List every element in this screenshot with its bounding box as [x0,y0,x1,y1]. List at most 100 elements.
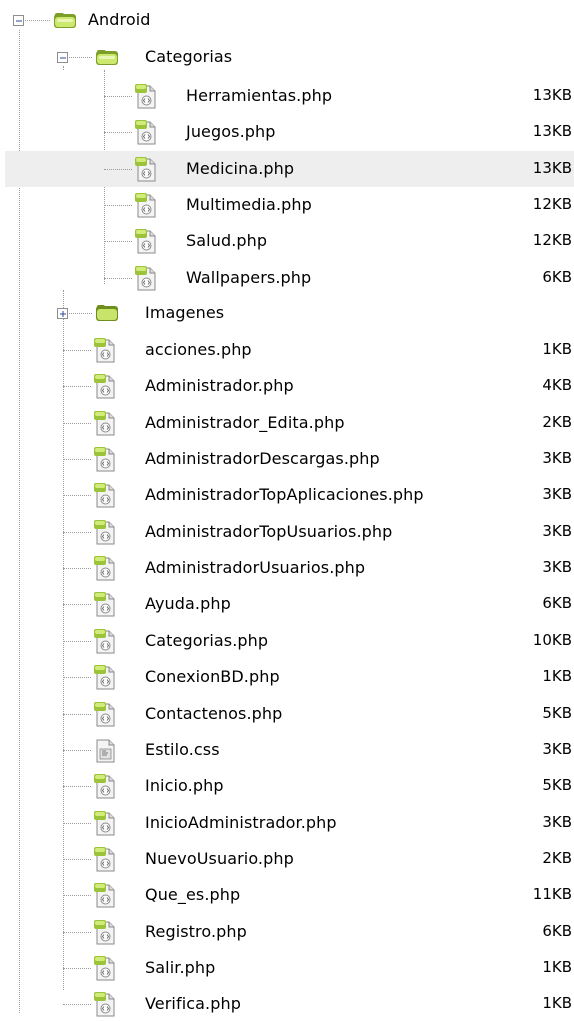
tree-connector [63,749,91,751]
file-size: 1KB [542,994,572,1013]
file-size: 12KB [532,194,572,213]
tree-file[interactable]: Administrador_Edita.php 2KB [0,405,574,441]
tree-file[interactable]: Salir.php 1KB [0,950,574,986]
file-size: 12KB [532,231,572,250]
php-file-icon [135,156,156,182]
file-size: 10KB [532,630,572,649]
php-file-icon [94,483,115,508]
tree-file[interactable]: Inicio.php 5KB [0,768,574,804]
tree-file[interactable]: Juegos.php 13KB [0,114,574,150]
css-file-icon [96,739,115,763]
tree-connector [63,495,91,497]
file-name: AdministradorDescargas.php [145,449,380,469]
file-tree: Android Categorias Herramientas.php 13KB J… [0,0,574,1017]
tree-connector [63,713,91,715]
tree-file[interactable]: Categorias.php 10KB [0,623,574,659]
plus-icon [60,311,66,317]
file-name: Multimedia.php [186,194,312,214]
php-file-icon [94,519,115,545]
tree-file[interactable]: Wallpapers.php 6KB [0,260,574,296]
php-file-icon [135,265,156,290]
file-name: NuevoUsuario.php [145,848,294,868]
php-file-icon [94,701,115,726]
tree-node-categorias[interactable]: Categorias [0,39,574,75]
file-size: 2KB [542,412,572,431]
collapse-toggle[interactable] [13,15,24,26]
file-name: AdministradorUsuarios.php [145,558,366,578]
php-file-icon [135,229,156,254]
tree-file[interactable]: Registro.php 6KB [0,914,574,950]
php-file-icon [94,992,115,1017]
tree-file[interactable]: InicioAdministrador.php 3KB [0,805,574,841]
folder-label: Android [88,10,151,29]
file-size: 1KB [542,667,572,686]
tree-file[interactable]: Verifica.php 1KB [0,986,574,1022]
file-size: 1KB [542,957,572,976]
php-file-icon [94,592,115,617]
file-name: Categorias.php [145,630,269,650]
file-name: Estilo.css [145,739,220,759]
tree-file[interactable]: AdministradorUsuarios.php 3KB [0,550,574,586]
file-size: 13KB [532,86,572,104]
folder-open-icon [96,50,118,65]
tree-connector [69,313,92,314]
php-file-icon [94,846,115,872]
php-file-icon [94,665,115,690]
file-size: 3KB [542,739,572,758]
tree-file[interactable]: Salud.php 12KB [0,223,574,259]
tree-file[interactable]: Que_es.php 11KB [0,877,574,913]
tree-file[interactable]: Estilo.css 3KB [0,732,574,768]
folder-label: Imagenes [145,303,225,322]
file-name: AdministradorTopAplicaciones.php [145,485,424,505]
file-name: Herramientas.php [186,86,333,105]
tree-file[interactable]: Contactenos.php 5KB [0,696,574,732]
file-name: AdministradorTopUsuarios.php [145,521,393,541]
php-file-icon [94,410,115,436]
file-name: Verifica.php [145,994,241,1014]
file-size: 3KB [542,485,572,504]
php-file-icon [94,810,115,836]
tree-file[interactable]: Administrador.php 4KB [0,368,574,404]
file-size: 3KB [542,449,572,468]
php-file-icon [94,774,115,799]
minus-icon [60,57,66,59]
tree-connector [104,277,132,279]
tree-connector [63,822,91,824]
tree-file[interactable]: AdministradorDescargas.php 3KB [0,441,574,477]
file-name: Registro.php [145,921,247,941]
tree-file[interactable]: Multimedia.php 12KB [0,187,574,223]
tree-connector [63,350,91,351]
file-name: Administrador.php [145,376,294,396]
tree-connector [63,858,91,860]
file-name: acciones.php [145,340,252,359]
php-file-icon [94,447,115,472]
tree-connector [104,204,132,206]
php-file-icon [135,192,156,218]
tree-file-selected[interactable]: Medicina.php 13KB [5,150,574,187]
file-size: 3KB [542,558,572,577]
file-size: 6KB [542,594,572,613]
folder-label: Categorias [145,47,233,66]
tree-file[interactable]: NuevoUsuario.php 2KB [0,841,574,877]
tree-file[interactable]: Ayuda.php 6KB [0,586,574,622]
tree-connector [63,604,91,606]
tree-file[interactable]: acciones.php 1KB [0,332,574,368]
file-size: 6KB [542,921,572,940]
file-size: 2KB [542,848,572,867]
file-name: Juegos.php [186,122,276,142]
file-size: 5KB [542,703,572,722]
minus-icon [16,20,22,22]
tree-node-imagenes[interactable]: Imagenes [0,295,574,331]
file-name: ConexionBD.php [145,667,280,687]
file-name: Salir.php [145,957,216,977]
tree-file[interactable]: AdministradorTopAplicaciones.php 3KB [0,477,574,513]
tree-connector [63,931,91,933]
tree-file[interactable]: AdministradorTopUsuarios.php 3KB [0,514,574,550]
php-file-icon [135,84,156,109]
expand-toggle[interactable] [57,308,68,319]
tree-file[interactable]: Herramientas.php 13KB [0,78,574,114]
tree-node-android[interactable]: Android [0,2,574,38]
tree-file[interactable]: ConexionBD.php 1KB [0,659,574,695]
collapse-toggle[interactable] [57,52,68,63]
tree-connector [63,459,91,461]
